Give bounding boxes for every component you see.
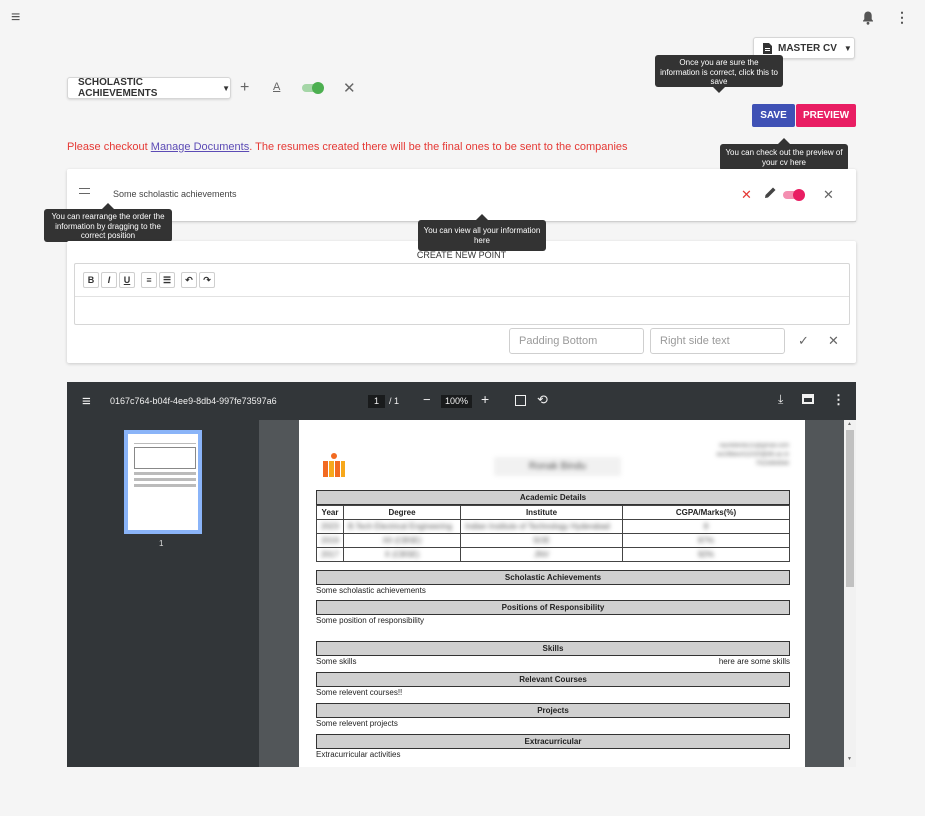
section-selector-label: SCHOLASTIC ACHIEVEMENTS — [78, 77, 158, 99]
download-icon[interactable]: ⤓ — [778, 392, 783, 407]
close-icon[interactable]: ✕ — [828, 333, 839, 349]
page-thumbnail[interactable] — [124, 430, 202, 534]
thumb-line — [134, 472, 196, 475]
notice-text: Please checkout Manage Documents. The re… — [67, 141, 628, 153]
scholastic-text: Some scholastic achievements — [316, 586, 426, 595]
fit-page-icon[interactable] — [515, 395, 526, 406]
pdf-filename: 0167c764-b04f-4ee9-8db4-997fe73597a6 — [110, 396, 277, 406]
drag-handle-icon[interactable] — [79, 188, 90, 194]
more-vert-icon[interactable]: ⋮ — [895, 10, 909, 24]
rotate-icon[interactable]: ⟲ — [537, 392, 548, 408]
achievement-item-card: Some scholastic achievements ✕ ✕ — [67, 169, 856, 221]
academic-table: Year Degree Institute CGPA/Marks(%) 2023… — [316, 505, 790, 562]
add-icon[interactable]: + — [240, 79, 249, 97]
projects-heading: Projects — [316, 703, 790, 718]
section-selector[interactable]: SCHOLASTIC ACHIEVEMENTS ▼ — [67, 77, 231, 99]
thumb-table — [134, 447, 196, 469]
pdf-menu-icon[interactable]: ≡ — [82, 393, 91, 410]
document-icon — [763, 42, 772, 54]
extracurricular-heading: Extracurricular — [316, 734, 790, 749]
edit-icon[interactable] — [764, 186, 777, 204]
zoom-level[interactable]: 100% — [441, 395, 472, 408]
rich-text-editor[interactable]: B I U ≡ ☰ ↶ ↷ — [74, 263, 850, 325]
chevron-down-icon: ▼ — [843, 43, 852, 53]
editor-divider — [75, 296, 849, 297]
view-tooltip: You can view all your information here — [418, 214, 546, 251]
item-text: Some scholastic achievements — [113, 189, 237, 199]
bell-icon[interactable] — [862, 11, 874, 27]
extracurricular-text: Extracurricular activities — [316, 750, 401, 759]
confirm-icon[interactable]: ✓ — [798, 333, 809, 349]
courses-heading: Relevant Courses — [316, 672, 790, 687]
page-number-input[interactable]: 1 — [368, 395, 385, 408]
item-visibility-toggle[interactable] — [783, 189, 805, 201]
thumb-line — [134, 443, 196, 444]
thumb-line — [134, 478, 196, 481]
thumbnail-sidebar: 1 — [67, 420, 259, 767]
manage-documents-link[interactable]: Manage Documents — [151, 141, 249, 153]
text-format-icon[interactable]: A — [273, 81, 280, 93]
delete-icon[interactable]: ✕ — [741, 187, 752, 203]
drag-tooltip: You can rearrange the order the informat… — [44, 203, 172, 242]
create-point-card: CREATE NEW POINT B I U ≡ ☰ ↶ ↷ Padding B… — [67, 241, 856, 363]
skills-right-text: here are some skills — [718, 657, 790, 666]
table-row: 2017 X (CBSE) JNV 92% — [316, 547, 790, 562]
table-row: 2023 B.Tech Electrical Engineering Indian … — [316, 519, 790, 534]
redo-button[interactable]: ↷ — [199, 272, 215, 288]
pdf-scrollbar[interactable]: ▲ ▼ — [844, 420, 856, 767]
bullet-list-button[interactable]: ☰ — [159, 272, 175, 288]
thumbnail-page-label: 1 — [159, 539, 164, 548]
bold-button[interactable]: B — [83, 272, 99, 288]
scroll-up-icon[interactable]: ▲ — [847, 421, 852, 427]
print-icon[interactable] — [802, 394, 814, 404]
italic-button[interactable]: I — [101, 272, 117, 288]
pdf-viewer: ≡ 0167c764-b04f-4ee9-8db4-997fe73597a6 1… — [67, 382, 856, 767]
scroll-down-icon[interactable]: ▼ — [847, 756, 852, 762]
scrollbar-thumb[interactable] — [846, 430, 854, 587]
close-icon[interactable]: ✕ — [343, 79, 356, 97]
resume-name: Ronak Bindu — [494, 457, 621, 476]
skills-heading: Skills — [316, 641, 790, 656]
menu-icon[interactable]: ≡ — [11, 10, 20, 26]
thumb-line — [134, 484, 196, 487]
zoom-in-icon[interactable]: + — [481, 391, 489, 407]
chevron-down-icon: ▼ — [222, 83, 230, 93]
visibility-toggle[interactable] — [302, 82, 324, 94]
right-side-text-input[interactable]: Right side text — [650, 328, 785, 354]
table-row: 2019 XII (CBSE) SOE 87% — [316, 533, 790, 548]
preview-button[interactable]: PREVIEW — [796, 104, 856, 127]
pdf-more-icon[interactable]: ⋮ — [832, 392, 845, 408]
skills-text: Some skills — [316, 657, 357, 666]
courses-text: Some relevent courses!! — [316, 688, 403, 697]
create-point-title: CREATE NEW POINT — [416, 250, 507, 260]
page-total: / 1 — [389, 396, 400, 406]
undo-button[interactable]: ↶ — [181, 272, 197, 288]
scholastic-heading: Scholastic Achievements — [316, 570, 790, 585]
ordered-list-button[interactable]: ≡ — [141, 272, 157, 288]
editor-toolbar: B I U ≡ ☰ ↶ ↷ — [83, 272, 215, 288]
save-button[interactable]: SAVE — [752, 104, 795, 127]
close-icon[interactable]: ✕ — [823, 187, 834, 203]
resume-page: Ronak Bindu raunkbindu15@gmail.com ee19bt… — [299, 420, 805, 767]
projects-text: Some relevent projects — [316, 719, 398, 728]
pdf-toolbar: ≡ 0167c764-b04f-4ee9-8db4-997fe73597a6 1… — [67, 382, 856, 420]
save-tooltip: Once you are sure the information is cor… — [655, 55, 783, 93]
positions-heading: Positions of Responsibility — [316, 600, 790, 615]
positions-text: Some position of responsibility — [316, 616, 425, 625]
academic-details-heading: Academic Details — [316, 490, 790, 505]
resume-contact: raunkbindu15@gmail.com ee19btech11020@iit… — [716, 443, 789, 467]
cv-selector-label: MASTER CV — [778, 42, 837, 54]
padding-bottom-input[interactable]: Padding Bottom — [509, 328, 644, 354]
zoom-out-icon[interactable]: − — [423, 392, 431, 407]
preview-tooltip: You can check out the preview of your cv… — [720, 138, 848, 171]
logo-icon — [321, 452, 347, 480]
underline-button[interactable]: U — [119, 272, 135, 288]
